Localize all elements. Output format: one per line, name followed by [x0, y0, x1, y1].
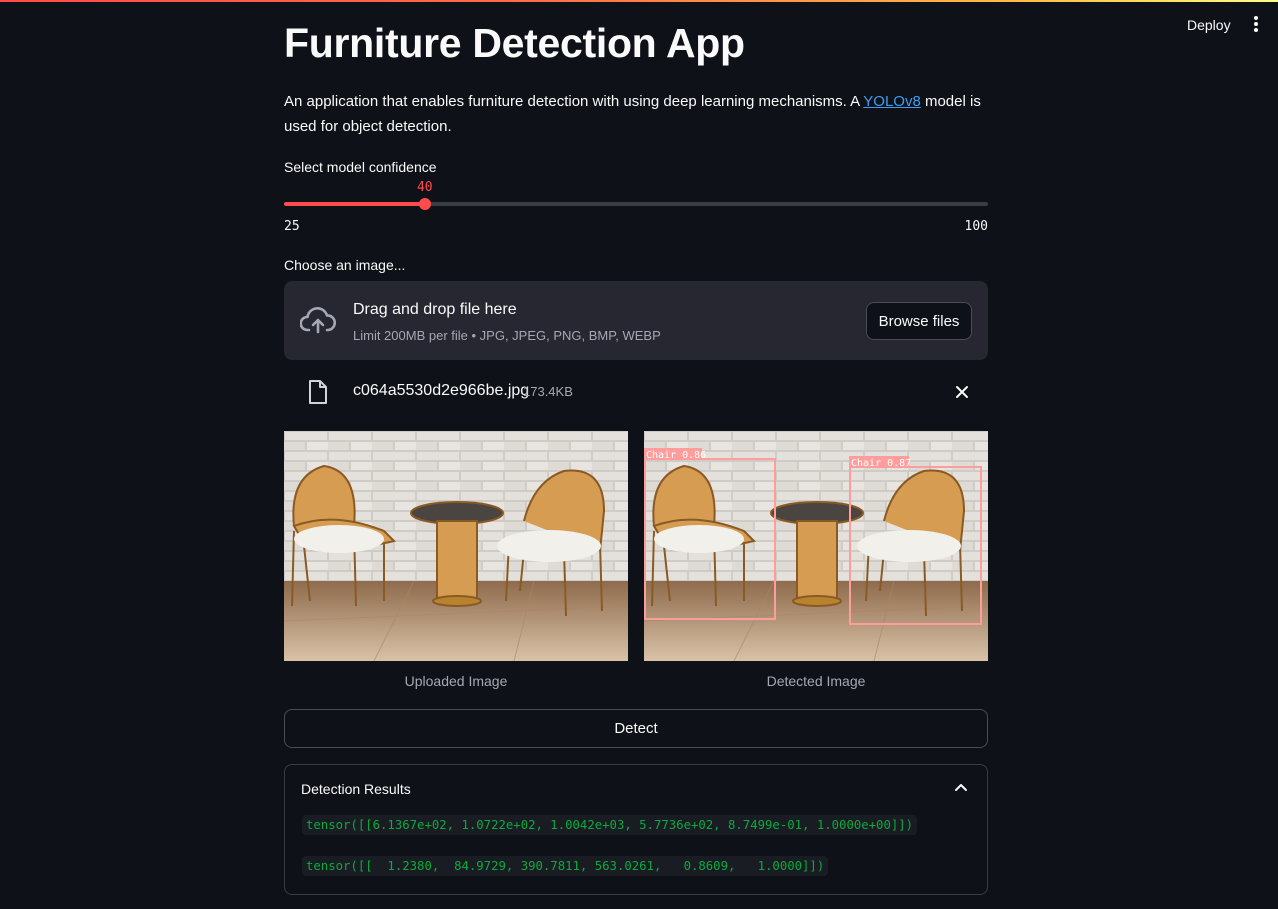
uploaded-file-name: c064a5530d2e966be.jpg [353, 382, 530, 399]
file-icon [309, 380, 327, 404]
chevron-up-icon[interactable] [954, 782, 968, 792]
description-text-start: An application that enables furniture de… [284, 93, 864, 110]
cloud-upload-icon [300, 307, 336, 334]
dropzone-title: Drag and drop file here [353, 301, 517, 318]
header-decoration-bar [0, 0, 1278, 2]
uploaded-file-size: 173.4KB [523, 384, 573, 399]
detection-results-expander: Detection Results tensor([[6.1367e+02, 1… [284, 764, 988, 895]
confidence-slider-min: 25 [284, 219, 300, 234]
confidence-slider-fill [284, 202, 425, 206]
confidence-slider-value: 40 [416, 180, 433, 195]
result-tensor-2: tensor([[ 1.2380, 84.9729, 390.7811, 563… [302, 856, 829, 876]
detection-results-title[interactable]: Detection Results [301, 781, 411, 797]
browse-files-button[interactable]: Browse files [866, 302, 972, 340]
deploy-button[interactable]: Deploy [1187, 17, 1231, 33]
yolov8-link[interactable]: YOLOv8 [863, 93, 921, 110]
kebab-menu-icon[interactable] [1251, 16, 1261, 34]
result-tensor-1: tensor([[6.1367e+02, 1.0722e+02, 1.0042e… [302, 815, 918, 835]
confidence-slider-label: Select model confidence [284, 159, 437, 175]
uploaded-file-row: c064a5530d2e966be.jpg 173.4KB [284, 372, 988, 412]
page-title: Furniture Detection App [284, 20, 745, 66]
uploaded-image [284, 431, 628, 661]
detect-button[interactable]: Detect [284, 709, 988, 748]
confidence-slider-max: 100 [964, 219, 988, 234]
file-uploader-label: Choose an image... [284, 257, 406, 273]
confidence-slider-thumb[interactable] [418, 198, 431, 210]
dropzone-limits: Limit 200MB per file • JPG, JPEG, PNG, B… [353, 328, 661, 343]
uploaded-image-caption: Uploaded Image [404, 673, 508, 689]
detection-label-1: Chair 0.86 [646, 450, 706, 461]
detected-image-caption: Detected Image [766, 673, 866, 689]
detection-label-2: Chair 0.87 [851, 458, 911, 469]
file-dropzone[interactable]: Drag and drop file here Limit 200MB per … [284, 281, 988, 360]
confidence-slider[interactable] [284, 198, 988, 210]
detected-image: Chair 0.86 Chair 0.87 [644, 431, 988, 661]
close-icon[interactable] [954, 384, 970, 400]
app-description: An application that enables furniture de… [284, 89, 988, 139]
